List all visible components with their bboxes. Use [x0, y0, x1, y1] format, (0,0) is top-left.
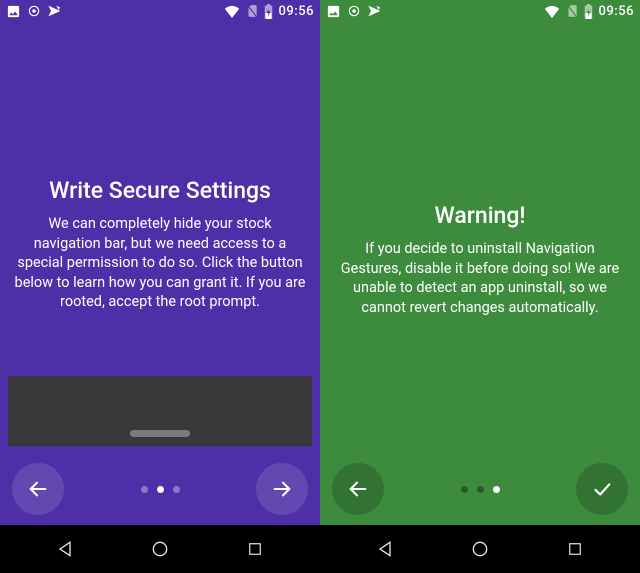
arrow-left-icon — [27, 478, 49, 500]
done-button[interactable] — [576, 463, 628, 515]
play-badge-icon — [47, 4, 63, 18]
target-icon — [27, 4, 41, 18]
wifi-icon — [544, 5, 560, 18]
status-time: 09:56 — [599, 4, 634, 19]
picture-icon — [326, 4, 341, 19]
target-icon — [347, 4, 361, 18]
check-icon — [591, 478, 613, 500]
onboarding-content: Warning! If you decide to uninstall Navi… — [320, 22, 640, 525]
hidden-nav-preview — [8, 376, 312, 446]
page-body: If you decide to uninstall Navigation Ge… — [334, 239, 626, 317]
onboarding-content: Write Secure Settings We can completely … — [0, 22, 320, 525]
arrow-right-icon — [271, 478, 293, 500]
nav-back-button[interactable] — [355, 525, 415, 573]
dot — [461, 486, 468, 493]
no-sim-icon — [566, 4, 578, 18]
dot — [141, 486, 148, 493]
dot — [477, 486, 484, 493]
back-button[interactable] — [12, 463, 64, 515]
status-right: 09:56 — [224, 4, 314, 19]
page-body: We can completely hide your stock naviga… — [14, 214, 306, 312]
no-sim-icon — [246, 4, 258, 18]
nav-recents-button[interactable] — [225, 525, 285, 573]
nav-home-button[interactable] — [450, 525, 510, 573]
status-bar: 09:56 — [0, 0, 320, 22]
dot — [173, 486, 180, 493]
status-left — [6, 4, 63, 19]
dual-screenshot: 09:56 Write Secure Settings We can compl… — [0, 0, 640, 573]
screen-secure-settings: 09:56 Write Secure Settings We can compl… — [0, 0, 320, 573]
android-nav-bar — [320, 525, 640, 573]
play-badge-icon — [367, 4, 383, 18]
android-nav-bar — [0, 525, 320, 573]
back-button[interactable] — [332, 463, 384, 515]
page-title: Warning! — [434, 202, 525, 229]
battery-charging-icon — [584, 4, 593, 19]
status-right: 09:56 — [544, 4, 634, 19]
nav-recents-button[interactable] — [545, 525, 605, 573]
gesture-pill-icon — [130, 430, 190, 437]
battery-charging-icon — [264, 4, 273, 19]
pager-controls — [0, 453, 320, 525]
arrow-left-icon — [347, 478, 369, 500]
status-time: 09:56 — [279, 4, 314, 19]
screen-warning: 09:56 Warning! If you decide to uninstal… — [320, 0, 640, 573]
nav-back-button[interactable] — [35, 525, 95, 573]
page-indicator — [461, 486, 500, 493]
picture-icon — [6, 4, 21, 19]
dot-active — [493, 486, 500, 493]
pager-controls — [320, 453, 640, 525]
dot-active — [157, 486, 164, 493]
status-left — [326, 4, 383, 19]
page-indicator — [141, 486, 180, 493]
nav-home-button[interactable] — [130, 525, 190, 573]
wifi-icon — [224, 5, 240, 18]
page-title: Write Secure Settings — [49, 177, 271, 204]
status-bar: 09:56 — [320, 0, 640, 22]
next-button[interactable] — [256, 463, 308, 515]
